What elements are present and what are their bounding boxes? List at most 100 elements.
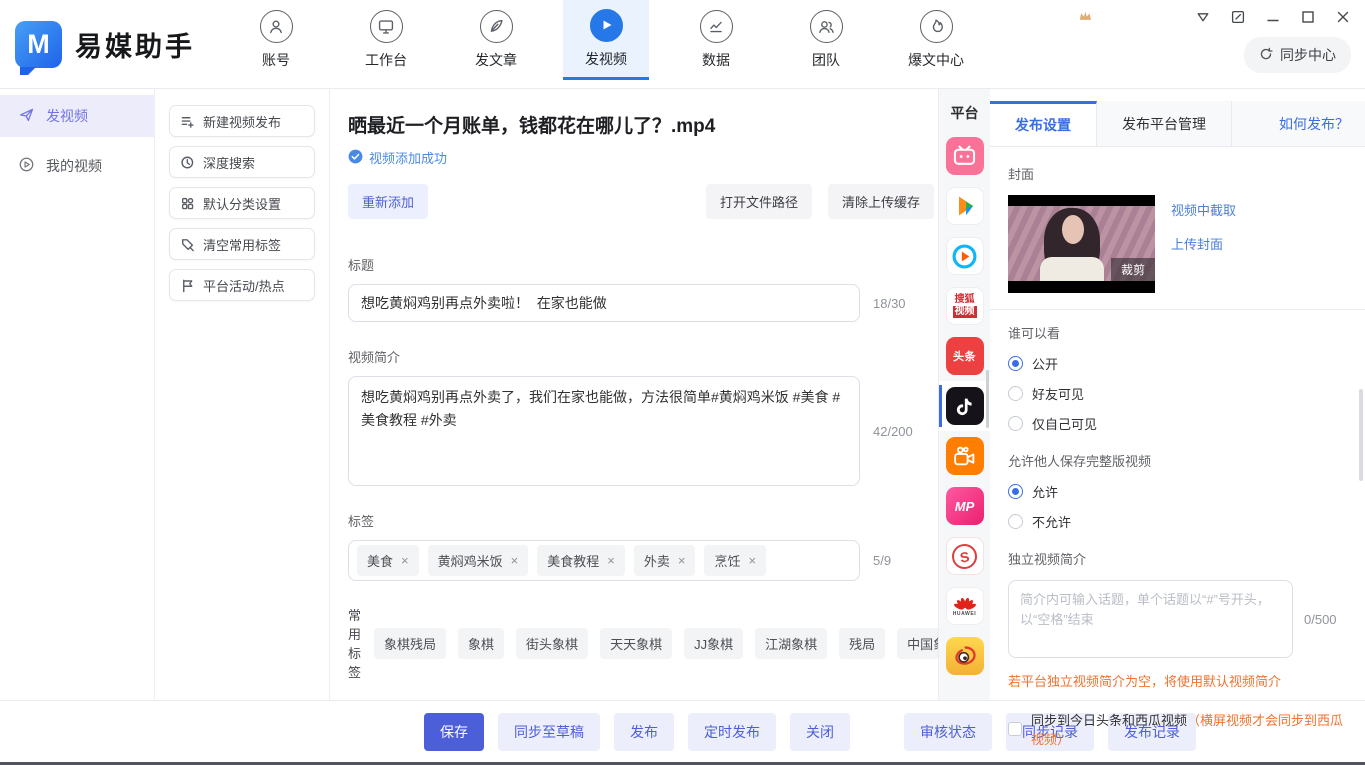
platform-partial[interactable]	[939, 681, 990, 700]
independent-desc-textarea[interactable]	[1008, 580, 1293, 658]
default-category-button[interactable]: 默认分类设置	[169, 187, 315, 219]
common-tag-chip[interactable]: 象棋	[458, 628, 504, 659]
settings-scrollbar[interactable]	[1359, 389, 1363, 481]
monitor-icon	[370, 10, 403, 43]
video-filename: 晒最近一个月账单，钱都花在哪儿了？.mp4	[348, 111, 938, 138]
tool-icon	[180, 237, 195, 252]
tool-icon	[180, 196, 195, 211]
platform-kuaishou[interactable]	[939, 431, 990, 481]
platform-label: 平台	[939, 103, 990, 123]
save-button[interactable]: 保存	[424, 713, 484, 751]
radio-option[interactable]: 公开	[1008, 354, 1347, 373]
common-tag-chip[interactable]: 残局	[839, 628, 885, 659]
radio-unselected-icon	[1008, 514, 1023, 529]
title-input[interactable]	[348, 284, 860, 322]
visibility-label: 谁可以看	[1008, 323, 1347, 342]
readd-video-button[interactable]: 重新添加	[348, 184, 428, 219]
tags-input[interactable]: 美食 × 黄焖鸡米饭 × 美食教程 × 外卖 × 烹饪 ×	[348, 540, 860, 581]
sohu-video-icon: 搜狐视频	[946, 287, 984, 325]
radio-option[interactable]: 允许	[1008, 482, 1347, 501]
clear-upload-cache-button[interactable]: 清除上传缓存	[828, 184, 934, 219]
remove-tag-icon[interactable]: ×	[678, 553, 686, 568]
open-file-path-button[interactable]: 打开文件路径	[706, 184, 812, 219]
footer-button[interactable]: 同步至草稿	[498, 713, 600, 751]
sidebar: 发视频 我的视频	[0, 89, 155, 700]
maximize-button[interactable]	[1300, 9, 1316, 25]
new-video-publish-button[interactable]: 新建视频发布	[169, 105, 315, 137]
nav-item-user[interactable]: 账号	[233, 0, 319, 80]
feedback-button[interactable]	[1230, 9, 1246, 25]
nav-item-chart[interactable]: 数据	[673, 0, 759, 80]
platform-douyin[interactable]	[939, 381, 990, 431]
tags-label: 标签	[348, 511, 938, 530]
nav-item-play[interactable]: 发视频	[563, 0, 649, 80]
cover-thumbnail[interactable]: 裁剪	[1008, 195, 1155, 293]
common-tag-chip[interactable]: 象棋残局	[374, 628, 446, 659]
nav-item-monitor[interactable]: 工作台	[343, 0, 429, 80]
upload-status: 视频添加成功	[348, 148, 938, 167]
remove-tag-icon[interactable]: ×	[401, 553, 409, 568]
flame-icon	[920, 10, 953, 43]
common-tag-chip[interactable]: 江湖象棋	[755, 628, 827, 659]
sync-center-button[interactable]: 同步中心	[1244, 37, 1351, 73]
radio-option[interactable]: 不允许	[1008, 512, 1347, 531]
tag-chip[interactable]: 烹饪 ×	[704, 545, 766, 576]
tag-chip[interactable]: 黄焖鸡米饭 ×	[428, 545, 529, 576]
platform-mp[interactable]: MP	[939, 481, 990, 531]
platform-weibo[interactable]	[939, 631, 990, 681]
nav-item-pen[interactable]: 发文章	[453, 0, 539, 80]
hide-window-button[interactable]	[1195, 9, 1211, 25]
description-textarea[interactable]: 想吃黄焖鸡别再点外卖了，我们在家也能做，方法很简单#黄焖鸡米饭 #美食 #美食教…	[348, 376, 860, 486]
tag-chip[interactable]: 美食 ×	[357, 545, 419, 576]
minimize-button[interactable]	[1265, 9, 1281, 25]
close-button[interactable]	[1335, 9, 1351, 25]
remove-tag-icon[interactable]: ×	[511, 553, 519, 568]
tab-platform-management[interactable]: 发布平台管理	[1097, 101, 1232, 146]
play-circle-icon	[18, 156, 35, 176]
platform-tencent-video[interactable]	[939, 181, 990, 231]
checkbox-unchecked-icon[interactable]	[1008, 722, 1022, 736]
footer-record-button[interactable]: 审核状态	[904, 713, 992, 751]
upload-cover-link[interactable]: 上传封面	[1171, 234, 1236, 253]
radio-option[interactable]: 仅自己可见	[1008, 414, 1347, 433]
platform-huawei[interactable]: HUAWEI	[939, 581, 990, 631]
sidebar-item-publish-video[interactable]: 发视频	[0, 95, 154, 137]
tag-chip[interactable]: 外卖 ×	[634, 545, 696, 576]
platform-scrollbar[interactable]	[986, 370, 989, 428]
common-tag-chip[interactable]: JJ象棋	[684, 628, 743, 659]
app-logo-icon: M	[15, 21, 62, 68]
platform-sina[interactable]: S	[939, 531, 990, 581]
platform-bilibili[interactable]	[939, 131, 990, 181]
tab-publish-settings[interactable]: 发布设置	[990, 101, 1097, 146]
common-tag-chip[interactable]: 街头象棋	[516, 628, 588, 659]
platform-sohu-video[interactable]: 搜狐视频	[939, 281, 990, 331]
clear-common-tags-button[interactable]: 清空常用标签	[169, 228, 315, 260]
platform-activity-button[interactable]: 平台活动/热点	[169, 269, 315, 301]
tag-chip[interactable]: 美食教程 ×	[537, 545, 625, 576]
app-body: 发视频 我的视频 新建视频发布 深度搜索 默认分类设置 清空常用标签 平台活动/…	[0, 88, 1365, 700]
app-window: M 易媒助手 账号 工作台 发文章 发视频 数据 团队 爆文中心 同步中心	[0, 0, 1365, 765]
remove-tag-icon[interactable]: ×	[607, 553, 615, 568]
footer-button[interactable]: 发布	[614, 713, 674, 751]
radio-option[interactable]: 好友可见	[1008, 384, 1347, 403]
nav-item-flame[interactable]: 爆文中心	[893, 0, 979, 80]
deep-search-button[interactable]: 深度搜索	[169, 146, 315, 178]
how-to-publish-link[interactable]: 如何发布？	[1279, 114, 1349, 134]
common-tag-chip[interactable]: 中国象棋	[897, 628, 938, 659]
bilibili-icon	[946, 137, 984, 175]
nav-item-team[interactable]: 团队	[783, 0, 869, 80]
tags-counter: 5/9	[873, 553, 891, 568]
footer-button[interactable]: 定时发布	[688, 713, 776, 751]
capture-from-video-link[interactable]: 视频中截取	[1171, 200, 1236, 219]
platform-youku[interactable]	[939, 231, 990, 281]
remove-tag-icon[interactable]: ×	[748, 553, 756, 568]
sidebar-item-my-videos[interactable]: 我的视频	[0, 145, 154, 187]
crop-badge-button[interactable]: 裁剪	[1111, 258, 1155, 281]
play-icon	[590, 9, 623, 42]
sync-toutiao-checkbox-row[interactable]: 同步到今日头条和西瓜视频（横屏视频才会同步到西瓜视频）	[1008, 710, 1347, 748]
file-actions: 重新添加 打开文件路径 清除上传缓存	[348, 184, 934, 219]
refresh-icon	[1259, 47, 1273, 64]
common-tag-chip[interactable]: 天天象棋	[600, 628, 672, 659]
footer-button[interactable]: 关闭	[790, 713, 850, 751]
platform-toutiao[interactable]: 头条	[939, 331, 990, 381]
